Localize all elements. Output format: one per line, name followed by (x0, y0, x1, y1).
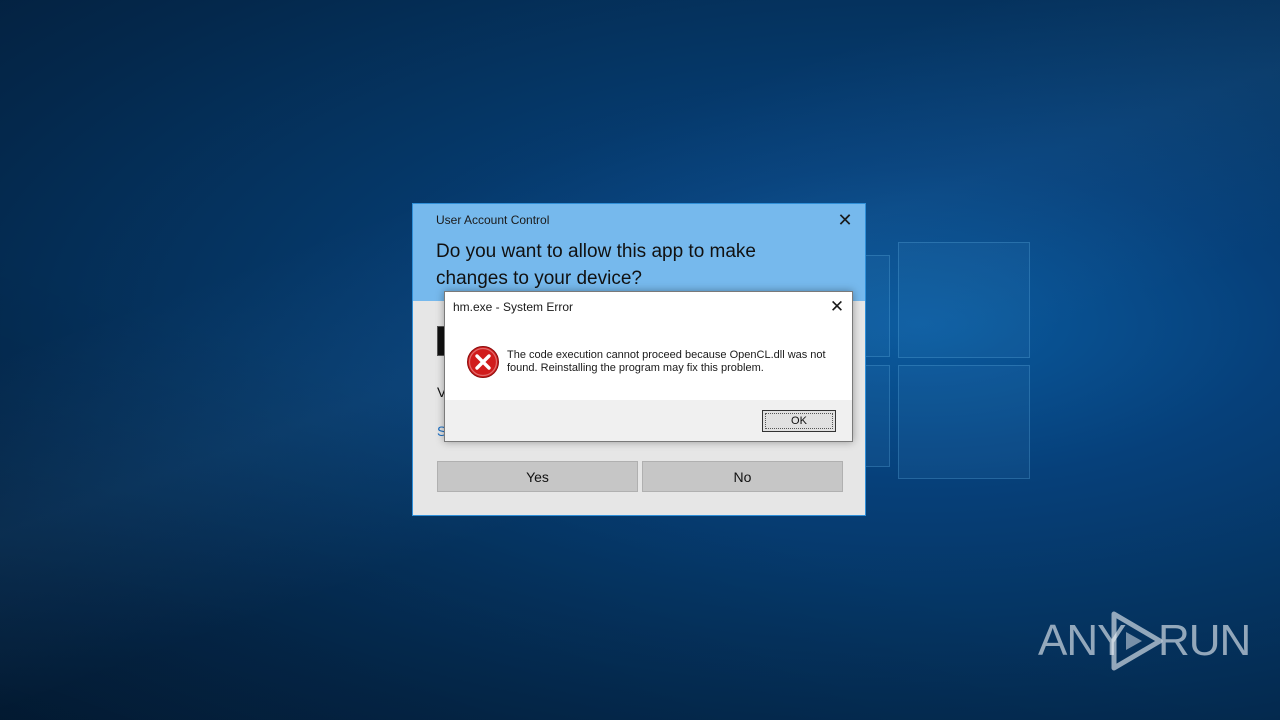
uac-title: User Account Control (436, 213, 550, 227)
anyrun-watermark: ANY RUN (1038, 606, 1251, 676)
windows-logo-decoration (860, 240, 1030, 480)
no-button[interactable]: No (642, 461, 843, 492)
error-dialog-title: hm.exe - System Error (453, 300, 574, 314)
ok-button[interactable]: OK (762, 410, 836, 432)
error-icon (467, 346, 499, 378)
system-error-dialog: hm.exe - System Error ✕ The code executi… (444, 291, 853, 442)
uac-header: User Account Control ✕ Do you want to al… (413, 204, 865, 301)
watermark-run-text: RUN (1158, 616, 1251, 665)
error-dialog-footer: OK (445, 400, 852, 441)
error-message: The code execution cannot proceed becaus… (507, 349, 826, 374)
yes-button[interactable]: Yes (437, 461, 638, 492)
uac-question: Do you want to allow this app to make ch… (436, 241, 757, 289)
uac-close-button[interactable]: ✕ (833, 209, 857, 231)
error-close-button[interactable]: ✕ (825, 296, 849, 318)
